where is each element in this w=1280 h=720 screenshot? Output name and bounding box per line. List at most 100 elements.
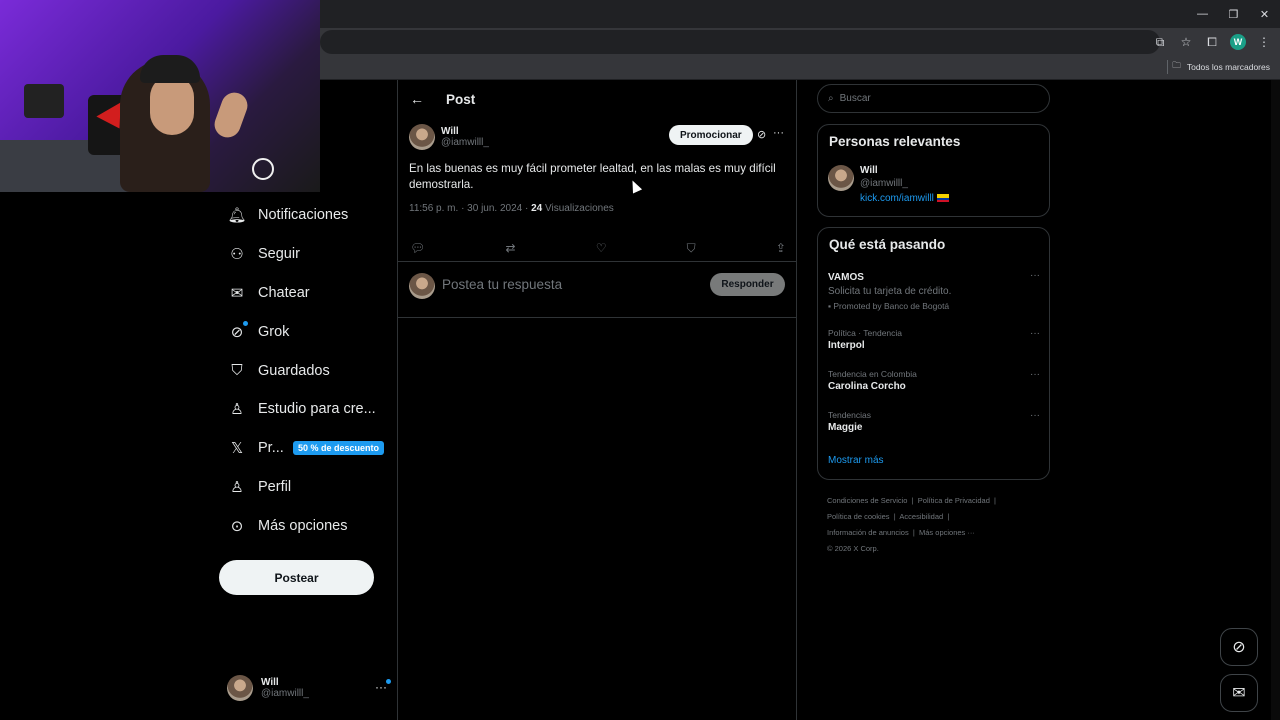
like-icon[interactable]: ♡	[596, 241, 607, 255]
tweet-timestamp[interactable]: 11:56 p. m. · 30 jun. 2024 ·	[409, 203, 531, 214]
more-horizontal-icon[interactable]: ···	[1030, 369, 1040, 380]
colombia-flag-icon	[936, 194, 949, 203]
more-horizontal-icon[interactable]: ···	[1030, 410, 1040, 421]
promoted-icon: ▪	[828, 301, 832, 311]
page-title: Post	[446, 91, 476, 107]
trend-item[interactable]: Política · Tendencia Interpol ···	[828, 328, 1040, 351]
views-label: Visualizaciones	[542, 203, 614, 214]
avatar[interactable]	[409, 124, 435, 150]
footer-link[interactable]: Condiciones de Servicio	[827, 496, 907, 505]
reply-icon[interactable]: 💬︎	[410, 241, 425, 255]
footer-link[interactable]: Política de Privacidad	[918, 496, 990, 505]
webcam-cap	[140, 55, 200, 83]
search-icon: ⌕	[828, 93, 834, 104]
back-arrow-icon[interactable]: ←	[410, 91, 424, 107]
trend-name: Interpol	[828, 340, 865, 351]
bookmark-icon[interactable]: ⛉	[687, 241, 696, 256]
trend-category: Política · Tendencia	[828, 328, 903, 338]
grok-fab-icon[interactable]: ⊘	[1220, 628, 1258, 666]
nav-item-chat[interactable]: ✉ Chatear	[218, 274, 396, 313]
extensions-icon[interactable]: ⧠	[1204, 34, 1220, 50]
footer-link[interactable]: Accesibilidad	[899, 512, 943, 521]
menu-icon[interactable]: ⋮	[1256, 34, 1272, 50]
close-icon[interactable]: ✕	[1249, 0, 1280, 28]
page-scrollbar[interactable]	[1271, 80, 1280, 720]
tweet-author-handle[interactable]: @iamwilll_	[441, 137, 489, 148]
post-header: ← Post	[398, 80, 796, 118]
post-button[interactable]: Postear	[219, 560, 374, 595]
search-input[interactable]: ⌕ Buscar	[817, 84, 1050, 113]
show-more-link[interactable]: Mostrar más	[828, 455, 884, 466]
more-horizontal-icon[interactable]: ···	[1030, 328, 1040, 339]
more-horizontal-icon[interactable]: ···	[773, 127, 784, 139]
webcam-overlay	[0, 0, 320, 192]
install-icon[interactable]: ⧉	[1152, 34, 1168, 50]
tweet-actions: 💬︎ ⇄ ♡ ⛉ ⇪	[398, 235, 796, 262]
address-bar[interactable]	[320, 30, 1160, 54]
restore-icon[interactable]: ❐	[1218, 0, 1249, 28]
nav-item-grok[interactable]: ⊘ Grok	[218, 312, 396, 351]
webcam-tv	[24, 84, 64, 118]
avatar[interactable]	[828, 165, 854, 191]
footer-link[interactable]: Política de cookies	[827, 512, 890, 521]
avatar	[227, 675, 253, 701]
nav-item-creator-studio[interactable]: ♙ Estudio para cre...	[218, 390, 396, 429]
star-icon[interactable]: ☆	[1178, 34, 1194, 50]
relevant-people-title: Personas relevantes	[829, 134, 961, 149]
trend-desc: Solicita tu tarjeta de crédito.	[828, 286, 952, 297]
share-icon[interactable]: ⇪	[776, 241, 786, 255]
nav-label: Guardados	[258, 362, 330, 379]
trend-item[interactable]: VAMOS Solicita tu tarjeta de crédito. ▪ …	[828, 270, 1040, 311]
folder-icon: 🗀	[1172, 60, 1181, 70]
relevant-user-link[interactable]: kick.com/iamwilll	[860, 193, 949, 204]
relevant-user-handle[interactable]: @iamwilll_	[860, 178, 949, 189]
trend-item[interactable]: Tendencias Maggie ···	[828, 410, 1040, 433]
tweet-header: Will @iamwilll_ Promocionar ⊘ ···	[409, 123, 785, 151]
messages-fab-icon[interactable]: ✉	[1220, 674, 1258, 712]
trends-title: Qué está pasando	[829, 237, 946, 252]
sidebar-footer: Condiciones de Servicio | Política de Pr…	[827, 493, 1052, 557]
profile-avatar[interactable]: W	[1230, 34, 1246, 50]
window-controls: — ❐ ✕	[1187, 0, 1280, 28]
nav-item-more[interactable]: ⊙ Más opciones	[218, 506, 396, 545]
notification-dot	[243, 320, 248, 326]
webcam-face	[150, 75, 194, 135]
nav-label: Notificaciones	[258, 207, 349, 224]
trend-item[interactable]: Tendencia en Colombia Carolina Corcho ··…	[828, 369, 1040, 392]
relevant-user-link-text[interactable]: kick.com/iamwilll	[860, 193, 934, 204]
relevant-people-card: Personas relevantes Will @iamwilll_ kick…	[817, 124, 1050, 217]
nav-item-follow[interactable]: ⚇ Seguir	[218, 235, 396, 274]
nav-item-profile[interactable]: ♙ Perfil	[218, 468, 396, 507]
trend-promo: ▪ Promoted by Banco de Bogotá	[828, 301, 1040, 311]
all-bookmarks-button[interactable]: 🗀 Todos los marcadores	[1172, 56, 1270, 78]
studio-icon: ♙	[230, 401, 244, 419]
avatar	[409, 273, 435, 299]
footer-link[interactable]: Más opciones ···	[919, 528, 975, 537]
nav-label: Perfil	[258, 478, 292, 495]
relevant-user-name[interactable]: Will	[860, 165, 949, 176]
more-horizontal-icon[interactable]: ···	[1030, 270, 1040, 281]
nav-item-notifications[interactable]: 🔔︎ Notificaciones	[218, 196, 396, 235]
reply-input[interactable]: Postea tu respuesta	[442, 277, 562, 292]
promote-button[interactable]: Promocionar	[669, 125, 753, 145]
nav-label: Más opciones	[258, 517, 348, 534]
grok-icon[interactable]: ⊘	[757, 128, 766, 141]
retweet-icon[interactable]: ⇄	[505, 241, 515, 255]
nav-item-bookmarks[interactable]: ⛉ Guardados	[218, 351, 396, 390]
reply-button[interactable]: Responder	[710, 273, 785, 296]
bell-icon: 🔔︎	[227, 207, 247, 225]
account-switcher[interactable]: Will @iamwilll_ ···	[227, 672, 391, 704]
minimize-icon[interactable]: —	[1187, 0, 1218, 28]
relevant-user[interactable]: Will @iamwilll_ kick.com/iamwilll	[828, 165, 949, 204]
nav-label: Estudio para cre...	[258, 401, 376, 418]
tweet-author-name[interactable]: Will	[441, 126, 489, 137]
nav-label: Grok	[258, 323, 290, 340]
nav-label: Chatear	[258, 284, 310, 301]
trend-promo-label: Promoted by Banco de Bogotá	[833, 301, 950, 311]
nav-item-premium[interactable]: 𝕏 Pr... 50 % de descuento	[218, 429, 396, 468]
more-horizontal-icon[interactable]: ···	[375, 679, 391, 694]
footer-link[interactable]: Información de anuncios	[827, 528, 909, 537]
trend-category: Tendencia en Colombia	[828, 369, 917, 379]
mail-icon: ✉	[230, 284, 244, 302]
tweet-meta: 11:56 p. m. · 30 jun. 2024 · 24 Visualiz…	[409, 203, 785, 214]
